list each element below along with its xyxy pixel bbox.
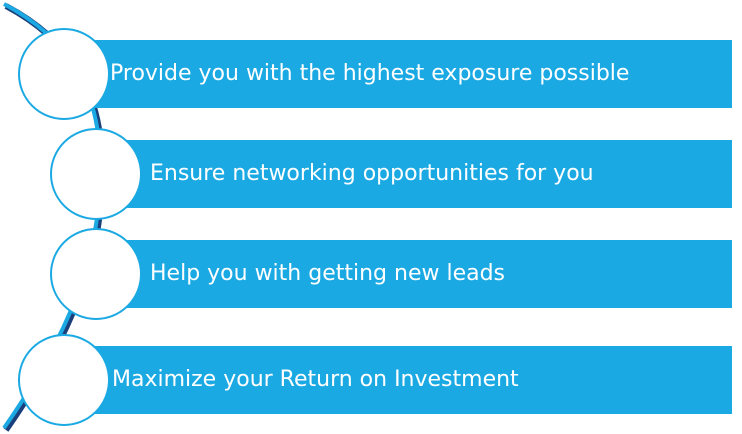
list-item-label: Help you with getting new leads [150,261,506,286]
list-item-bar: Provide you with the highest exposure po… [64,40,732,108]
list-item-bar: Maximize your Return on Investment [64,346,732,414]
list-item-bar: Help you with getting new leads [96,240,732,308]
list-item-bar: Ensure networking opportunities for you [96,140,732,208]
list-item-circle [18,334,110,426]
list-item-circle [50,228,142,320]
list-item-label: Maximize your Return on Investment [112,367,519,392]
list-item-label: Ensure networking opportunities for you [150,161,594,186]
list-item-circle [50,128,142,220]
list-item-circle [18,28,110,120]
vertical-curved-list-diagram: Provide you with the highest exposure po… [0,0,742,434]
list-item-label: Provide you with the highest exposure po… [110,61,630,86]
